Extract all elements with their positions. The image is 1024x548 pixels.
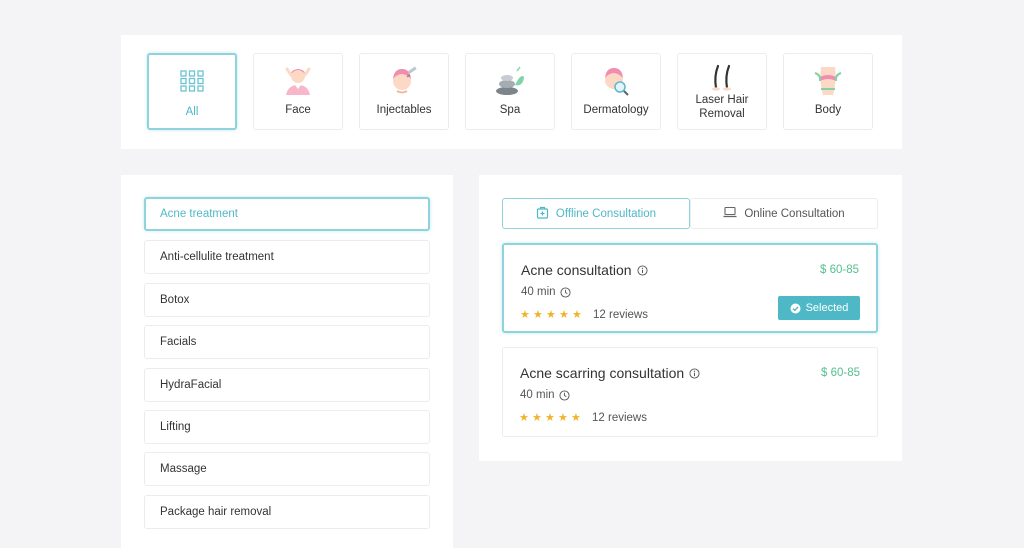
category-label: Dermatology: [583, 104, 649, 116]
hair-removal-icon: [702, 62, 742, 92]
category-label: Face: [285, 104, 311, 116]
star-icon: ★: [559, 309, 569, 321]
consultation-duration: 40 min: [520, 389, 570, 401]
consultation-panel: Offline Consultation Online Consultation…: [479, 175, 902, 461]
category-dermatology[interactable]: Dermatology: [571, 53, 661, 130]
category-label: Laser Hair Removal: [695, 93, 748, 121]
consultation-title-text: Acne consultation: [521, 262, 632, 278]
clock-icon: [559, 286, 571, 298]
star-icon: ★: [533, 309, 543, 321]
star-icon: ★: [532, 412, 542, 424]
service-item-massage[interactable]: Massage: [144, 452, 430, 486]
body-icon: [808, 62, 848, 98]
category-all[interactable]: All: [147, 53, 237, 130]
laptop-icon: [723, 206, 737, 221]
service-item-anti-cellulite-treatment[interactable]: Anti-cellulite treatment: [144, 240, 430, 274]
service-item-botox[interactable]: Botox: [144, 283, 430, 317]
consultation-price: $ 60-85: [820, 367, 860, 379]
service-item-lifting[interactable]: Lifting: [144, 410, 430, 444]
category-face[interactable]: Face: [253, 53, 343, 130]
category-laser-hair-removal[interactable]: Laser Hair Removal: [677, 53, 767, 130]
consultation-card[interactable]: Acne consultation $ 60-85 40 min ★ ★ ★ ★…: [502, 243, 878, 333]
selected-label: Selected: [805, 302, 849, 314]
category-label-line1: Laser Hair: [695, 94, 749, 106]
duration-text: 40 min: [520, 389, 555, 401]
dermatology-icon: [596, 62, 636, 98]
category-label: All: [185, 106, 199, 118]
clinic-icon: [536, 206, 549, 222]
duration-text: 40 min: [521, 286, 556, 298]
category-spa[interactable]: Spa: [465, 53, 555, 130]
tab-label: Offline Consultation: [555, 207, 657, 220]
category-label: Spa: [499, 104, 521, 116]
consultation-title: Acne scarring consultation: [520, 365, 700, 381]
face-care-icon: [278, 62, 318, 98]
star-icon: ★: [546, 309, 556, 321]
tab-label: Online Consultation: [744, 207, 845, 220]
services-panel: Acne treatment Anti-cellulite treatment …: [121, 175, 453, 548]
service-item-hydrafacial[interactable]: HydraFacial: [144, 368, 430, 402]
category-label: Injectables: [376, 104, 432, 116]
star-icon: ★: [571, 412, 581, 424]
consultation-duration: 40 min: [521, 286, 571, 298]
star-icon: ★: [520, 309, 530, 321]
consultation-price: $ 60-85: [819, 264, 859, 276]
clock-icon: [558, 389, 570, 401]
rating: ★ ★ ★ ★ ★ 12 reviews: [520, 308, 648, 322]
review-count: 12 reviews: [592, 411, 647, 424]
injection-icon: [384, 62, 424, 98]
category-injectables[interactable]: Injectables: [359, 53, 449, 130]
spa-stones-icon: [490, 62, 530, 98]
category-body[interactable]: Body: [783, 53, 873, 130]
check-circle-icon: [790, 303, 801, 313]
consultation-title-text: Acne scarring consultation: [520, 365, 685, 381]
tab-online-consultation[interactable]: Online Consultation: [690, 198, 878, 229]
star-icon: ★: [558, 412, 568, 424]
category-panel: All Face Injectables Spa Dermatology Las…: [121, 35, 902, 149]
star-icon: ★: [545, 412, 555, 424]
info-icon[interactable]: [636, 264, 648, 276]
category-label: Body: [814, 104, 842, 116]
grid-icon: [172, 63, 212, 99]
category-label-line2: Removal: [699, 108, 745, 120]
consultation-card[interactable]: Acne scarring consultation $ 60-85 40 mi…: [502, 347, 878, 437]
rating: ★ ★ ★ ★ ★ 12 reviews: [519, 411, 647, 425]
selected-button[interactable]: Selected: [778, 296, 860, 320]
review-count: 12 reviews: [593, 308, 648, 321]
consultation-title: Acne consultation: [521, 262, 648, 278]
info-icon[interactable]: [689, 367, 700, 379]
service-item-package-hair-removal[interactable]: Package hair removal: [144, 495, 430, 529]
service-item-facials[interactable]: Facials: [144, 325, 430, 359]
star-icon: ★: [572, 309, 582, 321]
star-icon: ★: [519, 412, 529, 424]
tab-offline-consultation[interactable]: Offline Consultation: [502, 198, 690, 229]
service-item-acne-treatment[interactable]: Acne treatment: [144, 197, 430, 231]
